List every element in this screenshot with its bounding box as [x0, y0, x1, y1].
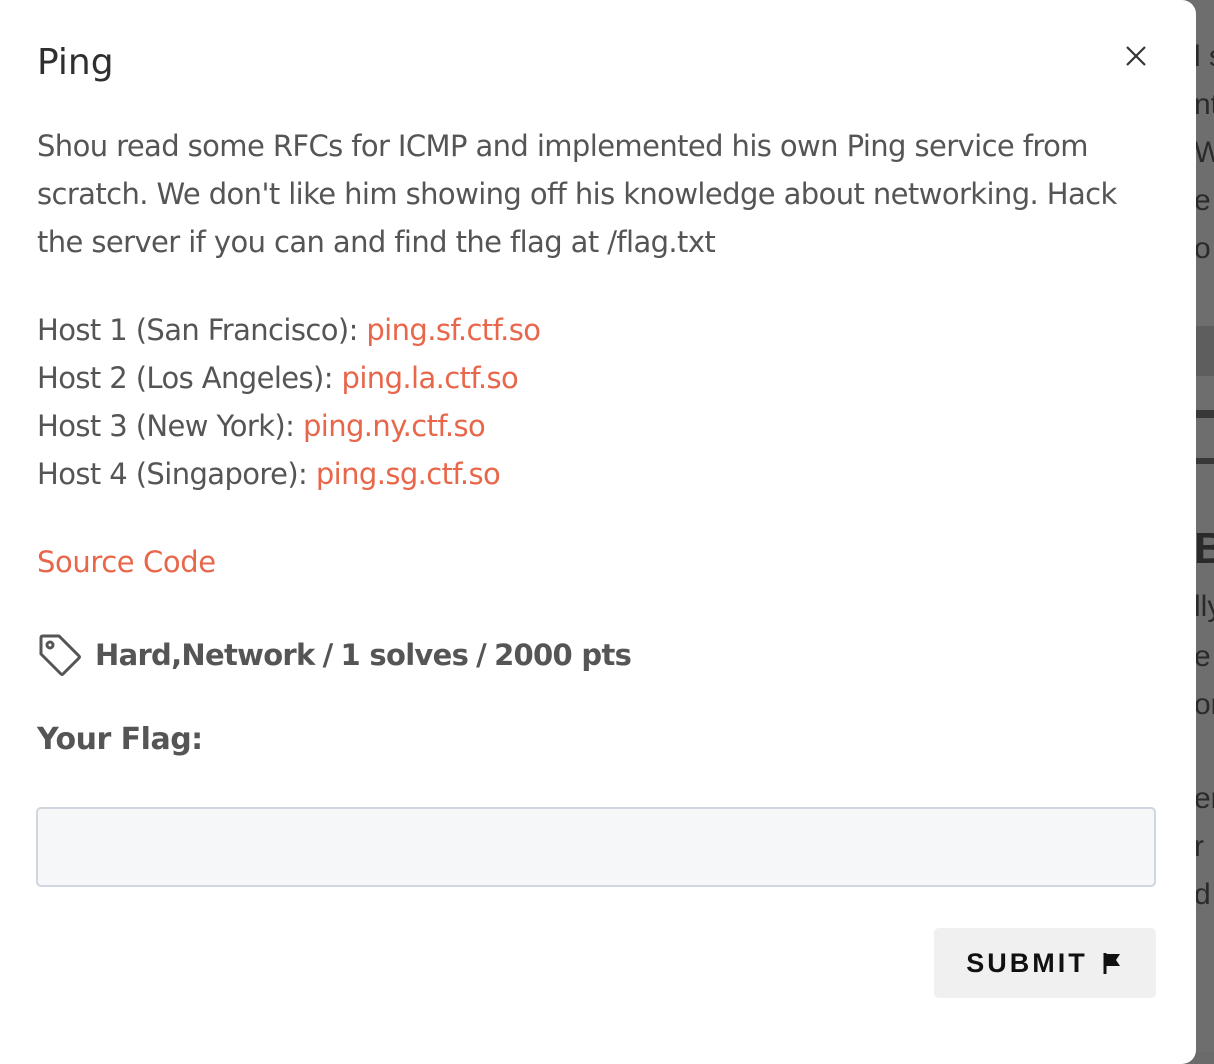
challenge-points: 2000 pts [494, 638, 632, 672]
background-text: d [1194, 878, 1211, 911]
challenge-tags: Hard,Network [95, 638, 315, 672]
source-code-link[interactable]: Source Code [37, 538, 216, 586]
host-list: Host 1 (San Francisco): ping.sf.ctf.so H… [37, 306, 541, 498]
submit-button[interactable]: SUBMIT [934, 928, 1156, 998]
meta-separator: / [476, 638, 487, 672]
background-text: e s [1194, 640, 1214, 673]
background-text: er [1194, 782, 1214, 815]
close-button[interactable] [1118, 38, 1154, 74]
host-item: Host 3 (New York): ping.ny.ctf.so [37, 402, 540, 450]
flag-icon [1103, 953, 1120, 974]
challenge-modal: Ping Shou read some RFCs for ICMP and im… [0, 0, 1196, 1064]
background-text: r I [1194, 830, 1214, 863]
background-text: o [1194, 232, 1211, 265]
host-link-sf[interactable]: ping.sf.ctf.so [366, 313, 541, 347]
host-link-ny[interactable]: ping.ny.ctf.so [303, 409, 486, 443]
background-text: We [1194, 136, 1214, 169]
host-item: Host 2 (Los Angeles): ping.la.ctf.so [37, 354, 540, 402]
solve-count: 1 solves [340, 638, 469, 672]
flag-label: Your Flag: [37, 722, 203, 757]
close-icon [1126, 46, 1146, 66]
background-text: l s [1194, 40, 1214, 73]
background-text: nt [1194, 88, 1214, 121]
host-label: Host 3 (New York): [37, 409, 303, 443]
challenge-meta: Hard,Network / 1 solves / 2000 pts [37, 632, 632, 678]
host-item: Host 1 (San Francisco): ping.sf.ctf.so [37, 306, 541, 354]
meta-separator: / [322, 638, 334, 672]
submit-label: SUBMIT [966, 947, 1088, 978]
background-text: e [1194, 184, 1211, 217]
background-text: lly [1194, 590, 1214, 623]
background-heading: B [1194, 524, 1214, 573]
host-label: Host 4 (Singapore): [37, 457, 316, 491]
host-label: Host 2 (Los Angeles): [37, 361, 342, 395]
host-label: Host 1 (San Francisco): [37, 313, 367, 347]
host-item: Host 4 (Singapore): ping.sg.ctf.so [37, 450, 540, 498]
flag-input[interactable] [36, 807, 1156, 887]
modal-title: Ping [37, 42, 114, 83]
challenge-description: Shou read some RFCs for ICMP and impleme… [37, 129, 1117, 259]
host-link-la[interactable]: ping.la.ctf.so [342, 361, 519, 395]
background-text: or [1194, 688, 1214, 721]
tag-icon [39, 634, 81, 676]
host-link-sg[interactable]: ping.sg.ctf.so [316, 457, 501, 491]
